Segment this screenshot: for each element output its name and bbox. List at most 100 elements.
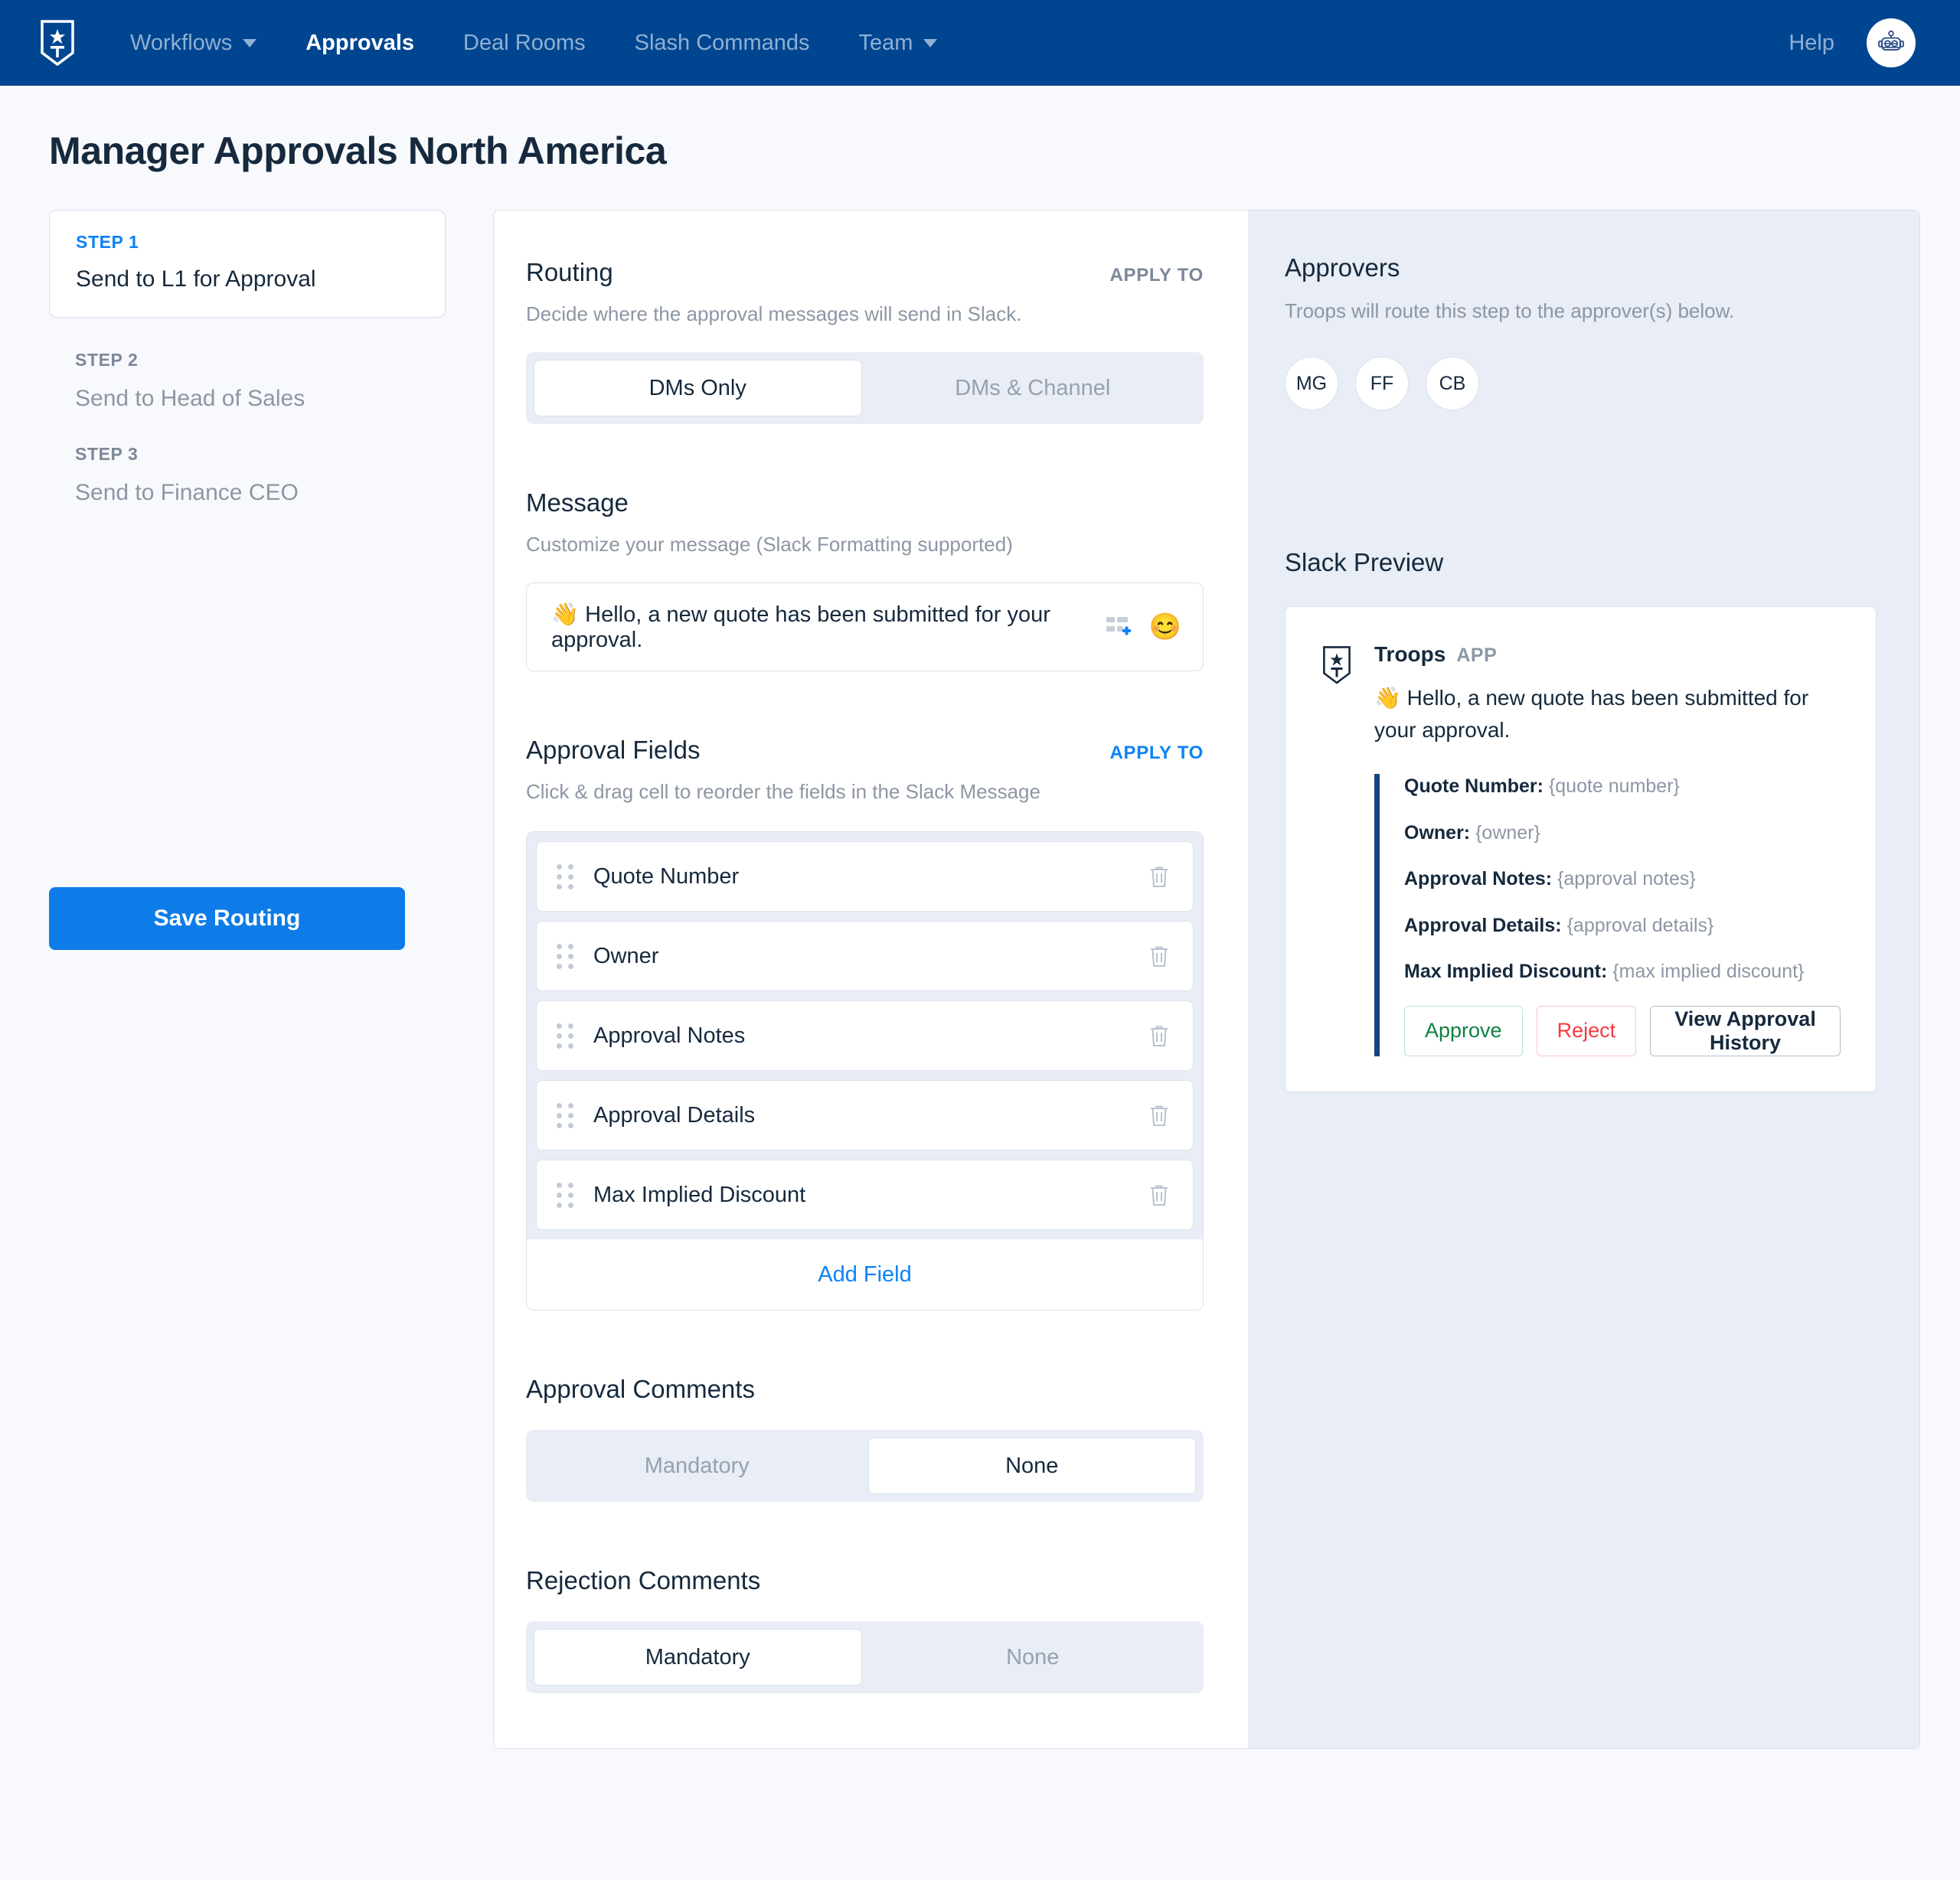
nav-links: Workflows Approvals Deal Rooms Slash Com… xyxy=(106,31,1788,56)
help-link[interactable]: Help xyxy=(1788,31,1834,56)
slack-preview-actions: Approve Reject View Approval History xyxy=(1404,1005,1841,1056)
slack-preview-field-label: Max Implied Discount: xyxy=(1404,961,1608,982)
field-row[interactable]: Approval Notes xyxy=(536,1000,1194,1071)
insert-field-icon[interactable] xyxy=(1105,614,1131,640)
slack-preview-field-value: {approval notes} xyxy=(1557,868,1696,889)
top-navigation-bar: Workflows Approvals Deal Rooms Slash Com… xyxy=(0,0,1960,86)
approval-fields-header: Approval Fields APPLY TO xyxy=(526,736,1204,765)
sidebar-step-1-name: Send to L1 for Approval xyxy=(76,266,316,292)
sidebar-step-2-label: STEP 2 xyxy=(75,350,139,370)
approver-avatar[interactable]: CB xyxy=(1426,357,1479,410)
nav-item-team-label: Team xyxy=(858,30,913,55)
sidebar-step-1-label: STEP 1 xyxy=(76,232,139,252)
approvers-title: Approvers xyxy=(1285,253,1400,282)
slack-preview-field: Approval Details: {approval details} xyxy=(1404,913,1841,938)
page-layout: STEP 1 Send to L1 for Approval STEP 2 Se… xyxy=(40,210,1920,1749)
approval-fields-apply-to-link[interactable]: APPLY TO xyxy=(1109,743,1204,764)
emoji-picker-icon[interactable]: 😊 xyxy=(1149,614,1181,640)
routing-title: Routing xyxy=(526,258,613,286)
routing-option-dms-and-channel[interactable]: DMs & Channel xyxy=(870,360,1197,416)
delete-field-icon[interactable] xyxy=(1148,944,1170,968)
nav-item-slash-commands[interactable]: Slash Commands xyxy=(610,31,835,56)
message-input[interactable]: 👋 Hello, a new quote has been submitted … xyxy=(526,583,1204,671)
delete-field-icon[interactable] xyxy=(1148,1183,1170,1207)
slack-preview-field-label: Owner: xyxy=(1404,821,1471,844)
slack-preview-title: Slack Preview xyxy=(1285,548,1444,576)
add-field-button[interactable]: Add Field xyxy=(527,1239,1203,1310)
routing-apply-to-link[interactable]: APPLY TO xyxy=(1109,265,1204,286)
slack-preview-field-label: Approval Notes: xyxy=(1404,868,1553,889)
field-row-label: Max Implied Discount xyxy=(593,1182,806,1207)
sidebar-step-2-name: Send to Head of Sales xyxy=(75,386,305,411)
nav-item-team[interactable]: Team xyxy=(834,31,962,56)
nav-item-workflows[interactable]: Workflows xyxy=(106,31,281,56)
save-routing-button[interactable]: Save Routing xyxy=(49,887,405,950)
slack-preview-field-value: {quote number} xyxy=(1548,775,1680,797)
field-row-label: Approval Details xyxy=(593,1102,756,1128)
approval-comments-option-mandatory[interactable]: Mandatory xyxy=(534,1438,861,1494)
field-row[interactable]: Owner xyxy=(536,921,1194,991)
sidebar-step-2[interactable]: STEP 2 Send to Head of Sales xyxy=(49,318,446,412)
drag-handle-icon[interactable] xyxy=(557,1102,573,1128)
delete-field-icon[interactable] xyxy=(1148,864,1170,889)
approval-fields-title: Approval Fields xyxy=(526,736,701,764)
emoji-picker-glyph: 😊 xyxy=(1148,612,1181,641)
sidebar-step-3[interactable]: STEP 3 Send to Finance CEO xyxy=(49,412,446,506)
slack-preview-field-value: {max implied discount} xyxy=(1612,961,1805,982)
nav-item-slash-commands-label: Slash Commands xyxy=(634,30,810,55)
nav-item-deal-rooms[interactable]: Deal Rooms xyxy=(439,31,610,56)
slack-preview-field: Owner: {owner} xyxy=(1404,821,1841,846)
delete-field-icon[interactable] xyxy=(1148,1023,1170,1048)
field-row-label: Quote Number xyxy=(593,863,740,889)
approver-avatar[interactable]: MG xyxy=(1285,357,1338,410)
slack-view-approval-history-button[interactable]: View Approval History xyxy=(1650,1005,1841,1056)
routing-subtitle: Decide where the approval messages will … xyxy=(526,302,1022,325)
slack-preview-attachment: Quote Number: {quote number} Owner: {own… xyxy=(1374,774,1841,1056)
message-section: Message Customize your message (Slack Fo… xyxy=(526,488,1204,671)
slack-preview-message: 👋 Hello, a new quote has been submitted … xyxy=(1374,686,1809,742)
routing-header: Routing APPLY TO xyxy=(526,258,1204,287)
drag-handle-icon[interactable] xyxy=(557,943,573,969)
approval-comments-title: Approval Comments xyxy=(526,1375,755,1403)
sidebar-step-3-name: Send to Finance CEO xyxy=(75,480,299,505)
rejection-comments-section: Rejection Comments Mandatory None xyxy=(526,1566,1204,1693)
delete-field-icon[interactable] xyxy=(1148,1103,1170,1128)
slack-preview-app-header: Troops APP xyxy=(1374,642,1841,667)
routing-option-dms-only[interactable]: DMs Only xyxy=(534,360,862,416)
slack-preview-card: Troops APP 👋 Hello, a new quote has been… xyxy=(1285,606,1877,1092)
preview-column: Approvers Troops will route this step to… xyxy=(1248,211,1919,1748)
sidebar-step-1[interactable]: STEP 1 Send to L1 for Approval xyxy=(49,210,446,318)
slack-reject-button[interactable]: Reject xyxy=(1536,1005,1637,1056)
page-title: Manager Approvals North America xyxy=(49,129,667,172)
slack-preview-field: Approval Notes: {approval notes} xyxy=(1404,867,1841,892)
message-input-value: 👋 Hello, a new quote has been submitted … xyxy=(551,602,1050,652)
approvers-avatar-list: MG FF CB xyxy=(1285,357,1877,410)
approval-fields-list: Quote Number Owner Approval Notes Approv… xyxy=(526,831,1204,1310)
field-row[interactable]: Max Implied Discount xyxy=(536,1160,1194,1230)
approval-comments-option-none[interactable]: None xyxy=(867,1438,1196,1494)
slack-preview-field: Quote Number: {quote number} xyxy=(1404,774,1841,799)
drag-handle-icon[interactable] xyxy=(557,1023,573,1049)
rejection-comments-title: Rejection Comments xyxy=(526,1566,761,1594)
field-row[interactable]: Quote Number xyxy=(536,841,1194,912)
chevron-down-icon xyxy=(923,38,938,47)
slack-approve-button[interactable]: Approve xyxy=(1404,1005,1523,1056)
troops-shield-logo-icon[interactable] xyxy=(40,19,75,67)
drag-handle-icon[interactable] xyxy=(557,1182,573,1208)
field-row[interactable]: Approval Details xyxy=(536,1080,1194,1151)
message-header: Message xyxy=(526,488,1204,517)
rejection-comments-option-none[interactable]: None xyxy=(870,1629,1197,1686)
nav-item-approvals[interactable]: Approvals xyxy=(281,31,439,56)
approval-fields-subtitle: Click & drag cell to reorder the fields … xyxy=(526,780,1040,803)
rejection-comments-option-mandatory[interactable]: Mandatory xyxy=(534,1629,862,1686)
slack-preview-field: Max Implied Discount: {max implied disco… xyxy=(1404,959,1841,984)
drag-handle-icon[interactable] xyxy=(557,863,573,889)
robot-avatar-icon[interactable] xyxy=(1867,18,1916,67)
approval-fields-rows: Quote Number Owner Approval Notes Approv… xyxy=(527,832,1203,1239)
approval-comments-toggle-group: Mandatory None xyxy=(526,1430,1204,1502)
slack-preview-field-label: Quote Number: xyxy=(1404,775,1544,797)
page-body: Manager Approvals North America STEP 1 S… xyxy=(0,86,1960,1749)
slack-app-name: Troops xyxy=(1374,642,1446,666)
approver-avatar[interactable]: FF xyxy=(1355,357,1409,410)
